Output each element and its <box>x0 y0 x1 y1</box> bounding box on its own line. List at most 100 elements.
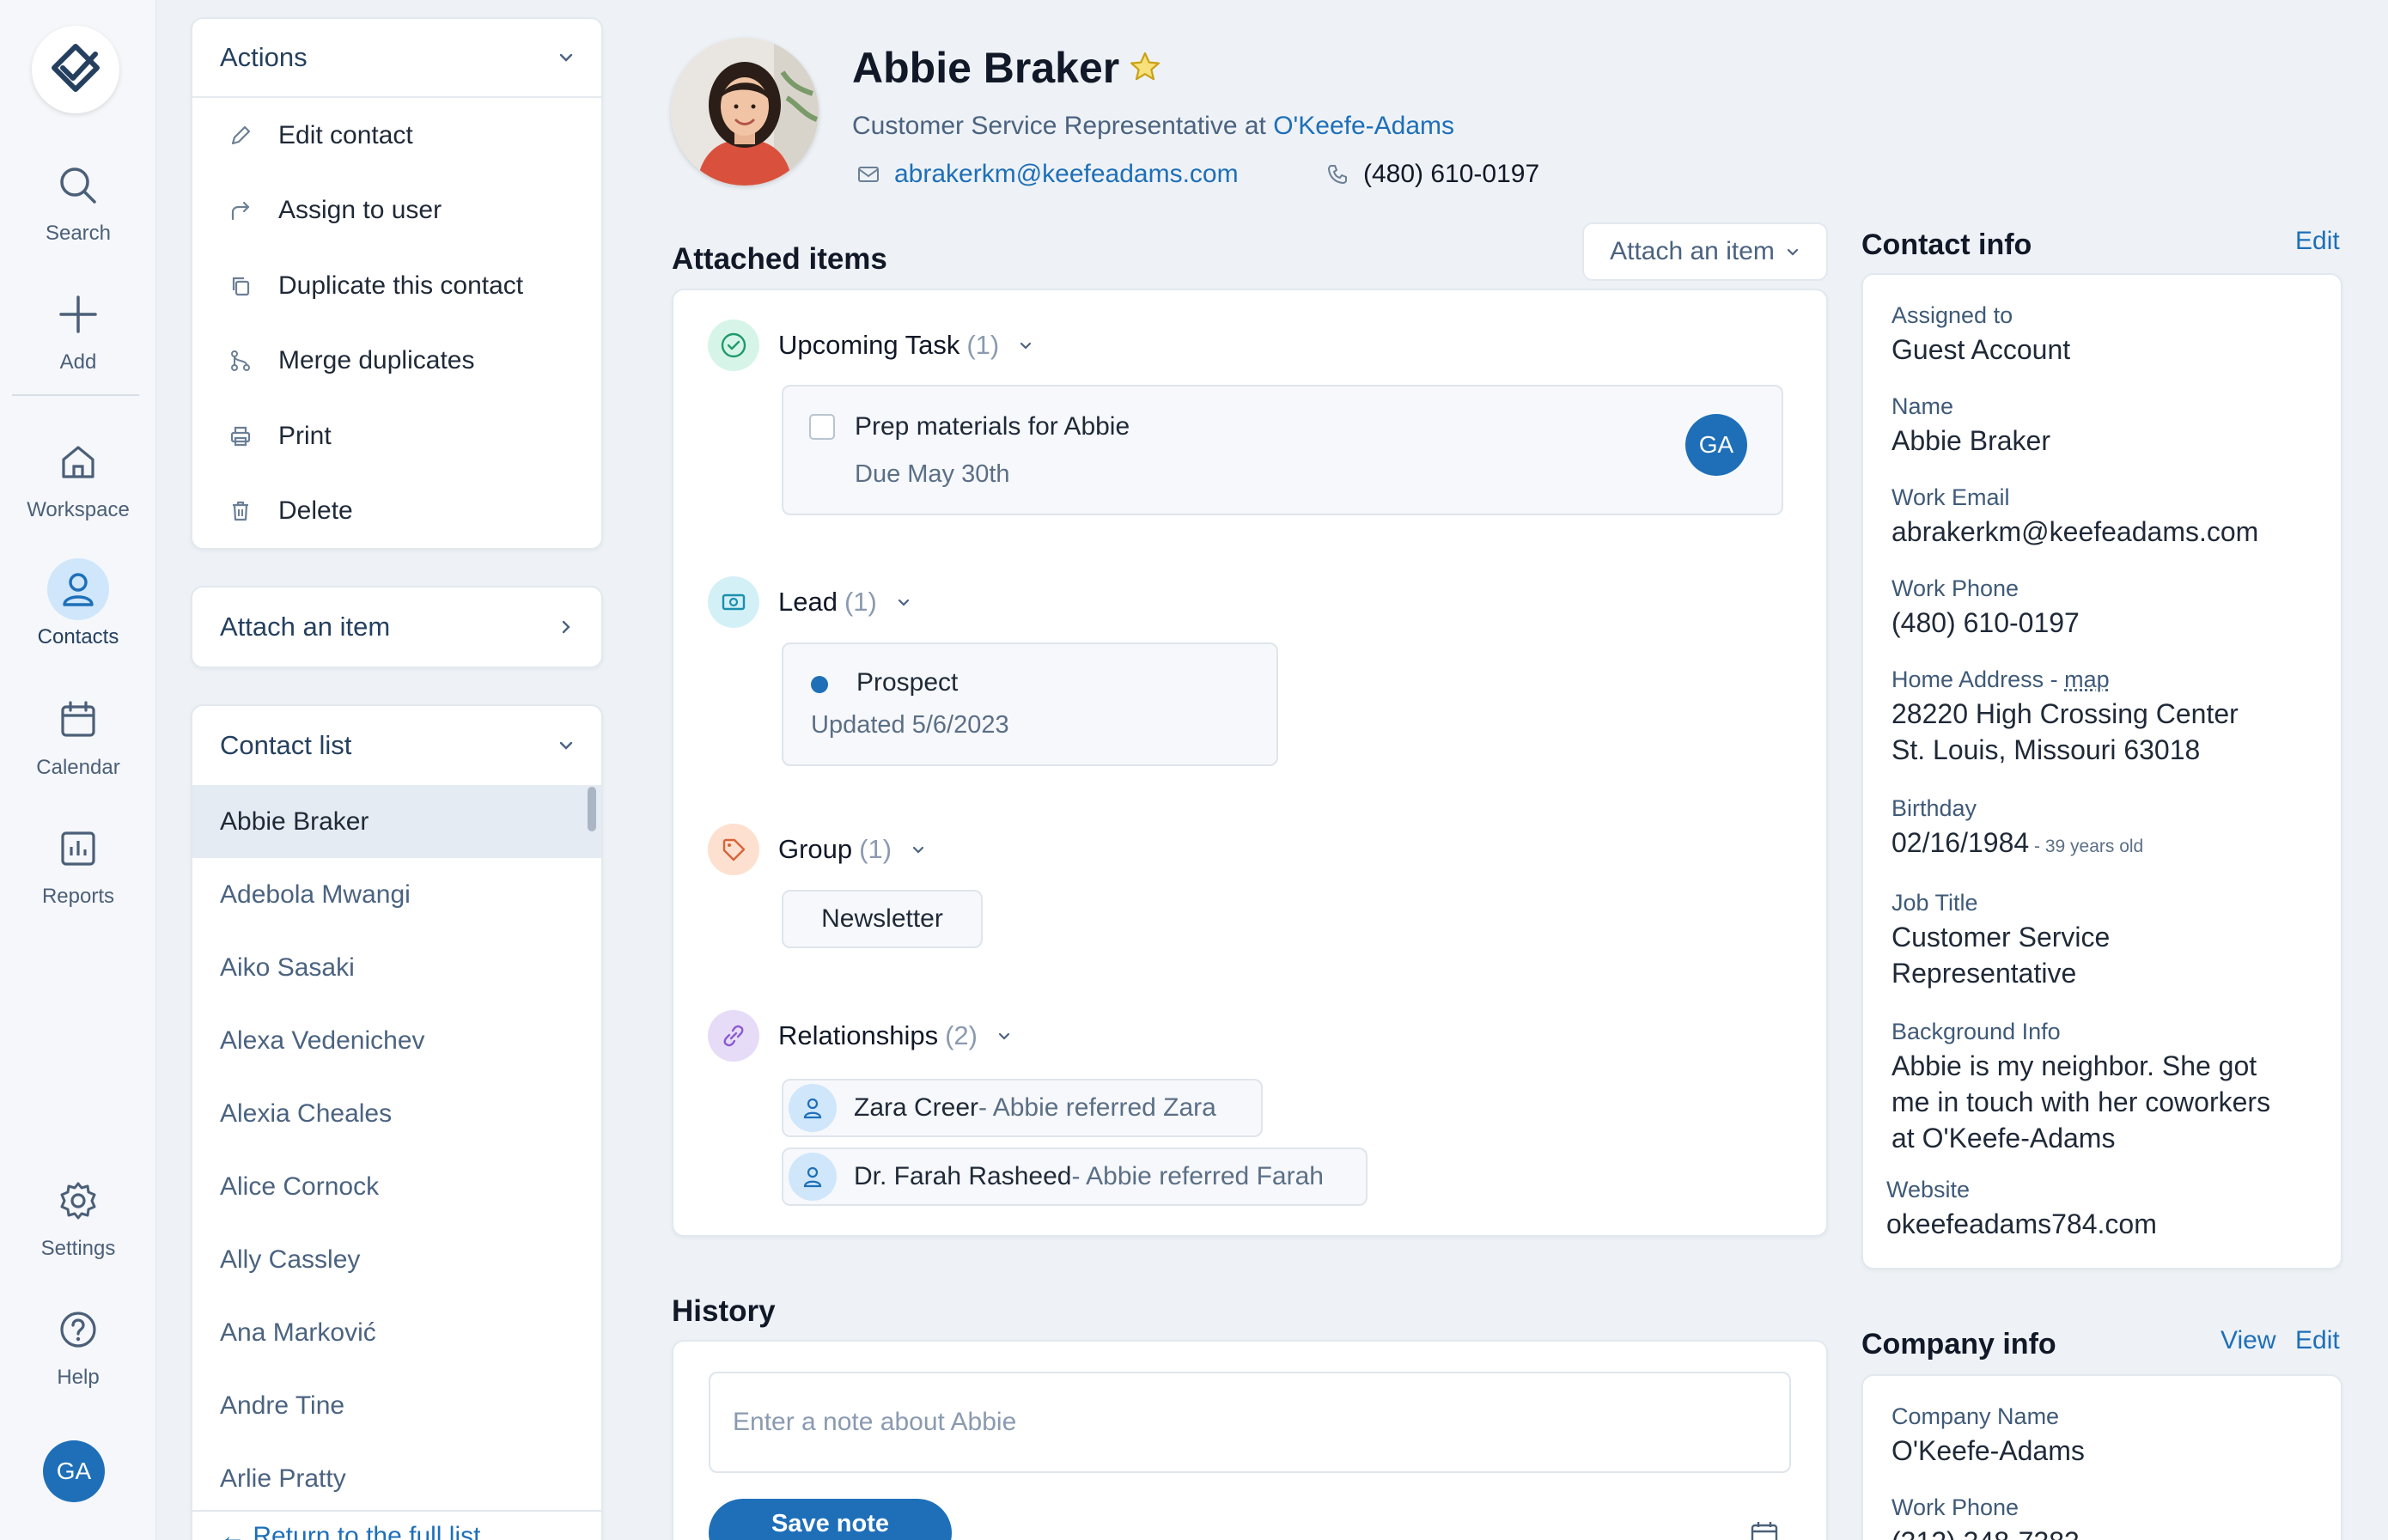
link-icon <box>708 1010 759 1062</box>
company-info-edit-link[interactable]: Edit <box>2295 1326 2340 1355</box>
website-value[interactable]: okeefeadams784.com <box>1886 1206 2157 1242</box>
nav-help[interactable]: Help <box>0 1299 156 1390</box>
history-note-input[interactable] <box>709 1372 1791 1473</box>
group-count: (1) <box>859 834 892 864</box>
app-logo[interactable] <box>32 26 119 113</box>
map-link[interactable]: map <box>2064 667 2110 692</box>
nav-reports-label: Reports <box>41 885 115 908</box>
upcoming-task-group-header[interactable]: Upcoming Task (1) <box>708 320 1033 371</box>
history-title: History <box>672 1294 776 1328</box>
contact-info-edit-link[interactable]: Edit <box>2295 227 2340 256</box>
contact-name: Abbie Braker <box>852 44 1120 92</box>
attached-items-card: Upcoming Task (1) Prep materials for Abb… <box>672 289 1828 1237</box>
chevron-down-icon <box>1787 248 1798 256</box>
group-newsletter-chip[interactable]: Newsletter <box>782 890 983 948</box>
relationships-label: Relationships <box>778 1020 939 1050</box>
contact-list-header[interactable]: Contact list <box>192 706 601 785</box>
attach-item-dropdown[interactable]: Attach an item <box>1582 222 1828 281</box>
action-delete[interactable]: Delete <box>192 474 601 550</box>
company-info-view-link[interactable]: View <box>2220 1326 2275 1355</box>
contact-email-text: abrakerkm@keefeadams.com <box>894 160 1239 188</box>
task-assignee-avatar: GA <box>1685 414 1747 476</box>
search-icon <box>47 155 109 216</box>
company-name-value: O'Keefe-Adams <box>1892 1435 2085 1466</box>
actions-title: Actions <box>220 42 308 72</box>
contact-phone-link[interactable]: (480) 610-0197 <box>1325 160 1539 189</box>
action-print[interactable]: Print <box>192 399 601 474</box>
return-to-full-list-link[interactable]: ← Return to the full list <box>192 1510 601 1540</box>
lead-status-dot <box>811 676 828 693</box>
chevron-right-icon <box>562 620 570 634</box>
task-title: Prep materials for Abbie <box>855 412 1130 441</box>
actions-header[interactable]: Actions <box>192 19 601 98</box>
work-email-value: abrakerkm@keefeadams.com <box>1892 516 2259 547</box>
contact-email-link[interactable]: abrakerkm@keefeadams.com <box>856 160 1239 189</box>
work-phone-value: (480) 610-0197 <box>1892 607 2080 638</box>
action-label: Duplicate this contact <box>278 271 524 300</box>
group-name: Newsletter <box>821 904 943 933</box>
contact-list-scrollbar[interactable] <box>588 787 596 831</box>
nav-search-label: Search <box>45 222 112 245</box>
nav-calendar[interactable]: Calendar <box>0 689 156 780</box>
save-note-button[interactable]: Save note <box>709 1499 952 1540</box>
nav-divider <box>12 394 139 396</box>
group-group-header[interactable]: Group (1) <box>708 824 926 875</box>
nav-contacts-label: Contacts <box>37 625 119 648</box>
contact-list-item[interactable]: Ally Cassley <box>192 1223 601 1296</box>
job-title-label: Job Title <box>1892 890 1978 916</box>
action-assign-user[interactable]: Assign to user <box>192 173 601 249</box>
background-info-line1: Abbie is my neighbor. She got <box>1892 1050 2257 1081</box>
nav-workspace[interactable]: Workspace <box>0 431 156 522</box>
assigned-to-label: Assigned to <box>1892 302 2013 328</box>
attach-item-panel[interactable]: Attach an item <box>191 586 603 668</box>
work-phone-label: Work Phone <box>1892 575 2019 601</box>
task-due-date: Due May 30th <box>855 460 1010 488</box>
calendar-icon[interactable] <box>1749 1520 1780 1540</box>
favorite-star-icon[interactable] <box>1128 50 1162 84</box>
nav-settings[interactable]: Settings <box>0 1170 156 1261</box>
contact-list-item[interactable]: Aiko Sasaki <box>192 931 601 1004</box>
background-info-line3: at O'Keefe-Adams <box>1892 1123 2116 1153</box>
contact-info-title: Contact info <box>1861 228 2032 261</box>
nav-add[interactable]: Add <box>0 283 156 374</box>
relationship-chip[interactable]: Dr. Farah Rasheed - Abbie referred Farah <box>782 1147 1368 1206</box>
nav-search[interactable]: Search <box>0 155 156 246</box>
merge-icon <box>225 345 256 376</box>
lead-card[interactable]: Prospect Updated 5/6/2023 <box>782 642 1278 766</box>
lead-group-header[interactable]: Lead (1) <box>708 576 911 628</box>
name-label: Name <box>1892 393 1954 419</box>
task-complete-checkbox[interactable] <box>809 414 835 440</box>
contact-list-item[interactable]: Alice Cornock <box>192 1150 601 1223</box>
action-duplicate[interactable]: Duplicate this contact <box>192 248 601 324</box>
action-merge[interactable]: Merge duplicates <box>192 324 601 399</box>
attach-item-label: Attach an item <box>220 612 391 642</box>
task-card[interactable]: Prep materials for Abbie Due May 30th GA <box>782 385 1783 515</box>
contact-company-link[interactable]: O'Keefe-Adams <box>1273 112 1454 140</box>
contact-list-item[interactable]: Abbie Braker <box>192 785 601 858</box>
action-edit-contact[interactable]: Edit contact <box>192 98 601 173</box>
group-label: Group <box>778 834 853 864</box>
contact-list-item[interactable]: Andre Tine <box>192 1369 601 1442</box>
lead-updated: Updated 5/6/2023 <box>811 711 1009 739</box>
contact-list-item[interactable]: Ana Marković <box>192 1296 601 1369</box>
contact-list-item[interactable]: Adebola Mwangi <box>192 858 601 931</box>
nav-reports[interactable]: Reports <box>0 818 156 909</box>
birthday-label: Birthday <box>1892 795 1977 821</box>
contact-list-item[interactable]: Arlie Pratty <box>192 1442 601 1515</box>
person-icon <box>789 1084 837 1132</box>
share-arrow-icon <box>225 195 256 226</box>
company-info-title: Company info <box>1861 1328 2056 1360</box>
relationship-chip[interactable]: Zara Creer - Abbie referred Zara <box>782 1079 1263 1137</box>
nav-contacts[interactable]: Contacts <box>0 558 156 649</box>
tag-icon <box>708 824 759 875</box>
relationships-group-header[interactable]: Relationships (2) <box>708 1010 1012 1062</box>
contact-title-text: Customer Service Representative at <box>852 112 1266 140</box>
help-icon <box>47 1299 109 1360</box>
contact-list-item[interactable]: Alexa Vedenichev <box>192 1004 601 1077</box>
company-phone-label: Work Phone <box>1892 1494 2019 1520</box>
logo-icon <box>52 44 100 92</box>
contact-list-item[interactable]: Alexia Cheales <box>192 1077 601 1150</box>
user-avatar[interactable]: GA <box>43 1440 105 1502</box>
company-name-label: Company Name <box>1892 1403 2060 1429</box>
job-title-line2: Representative <box>1892 958 2077 989</box>
